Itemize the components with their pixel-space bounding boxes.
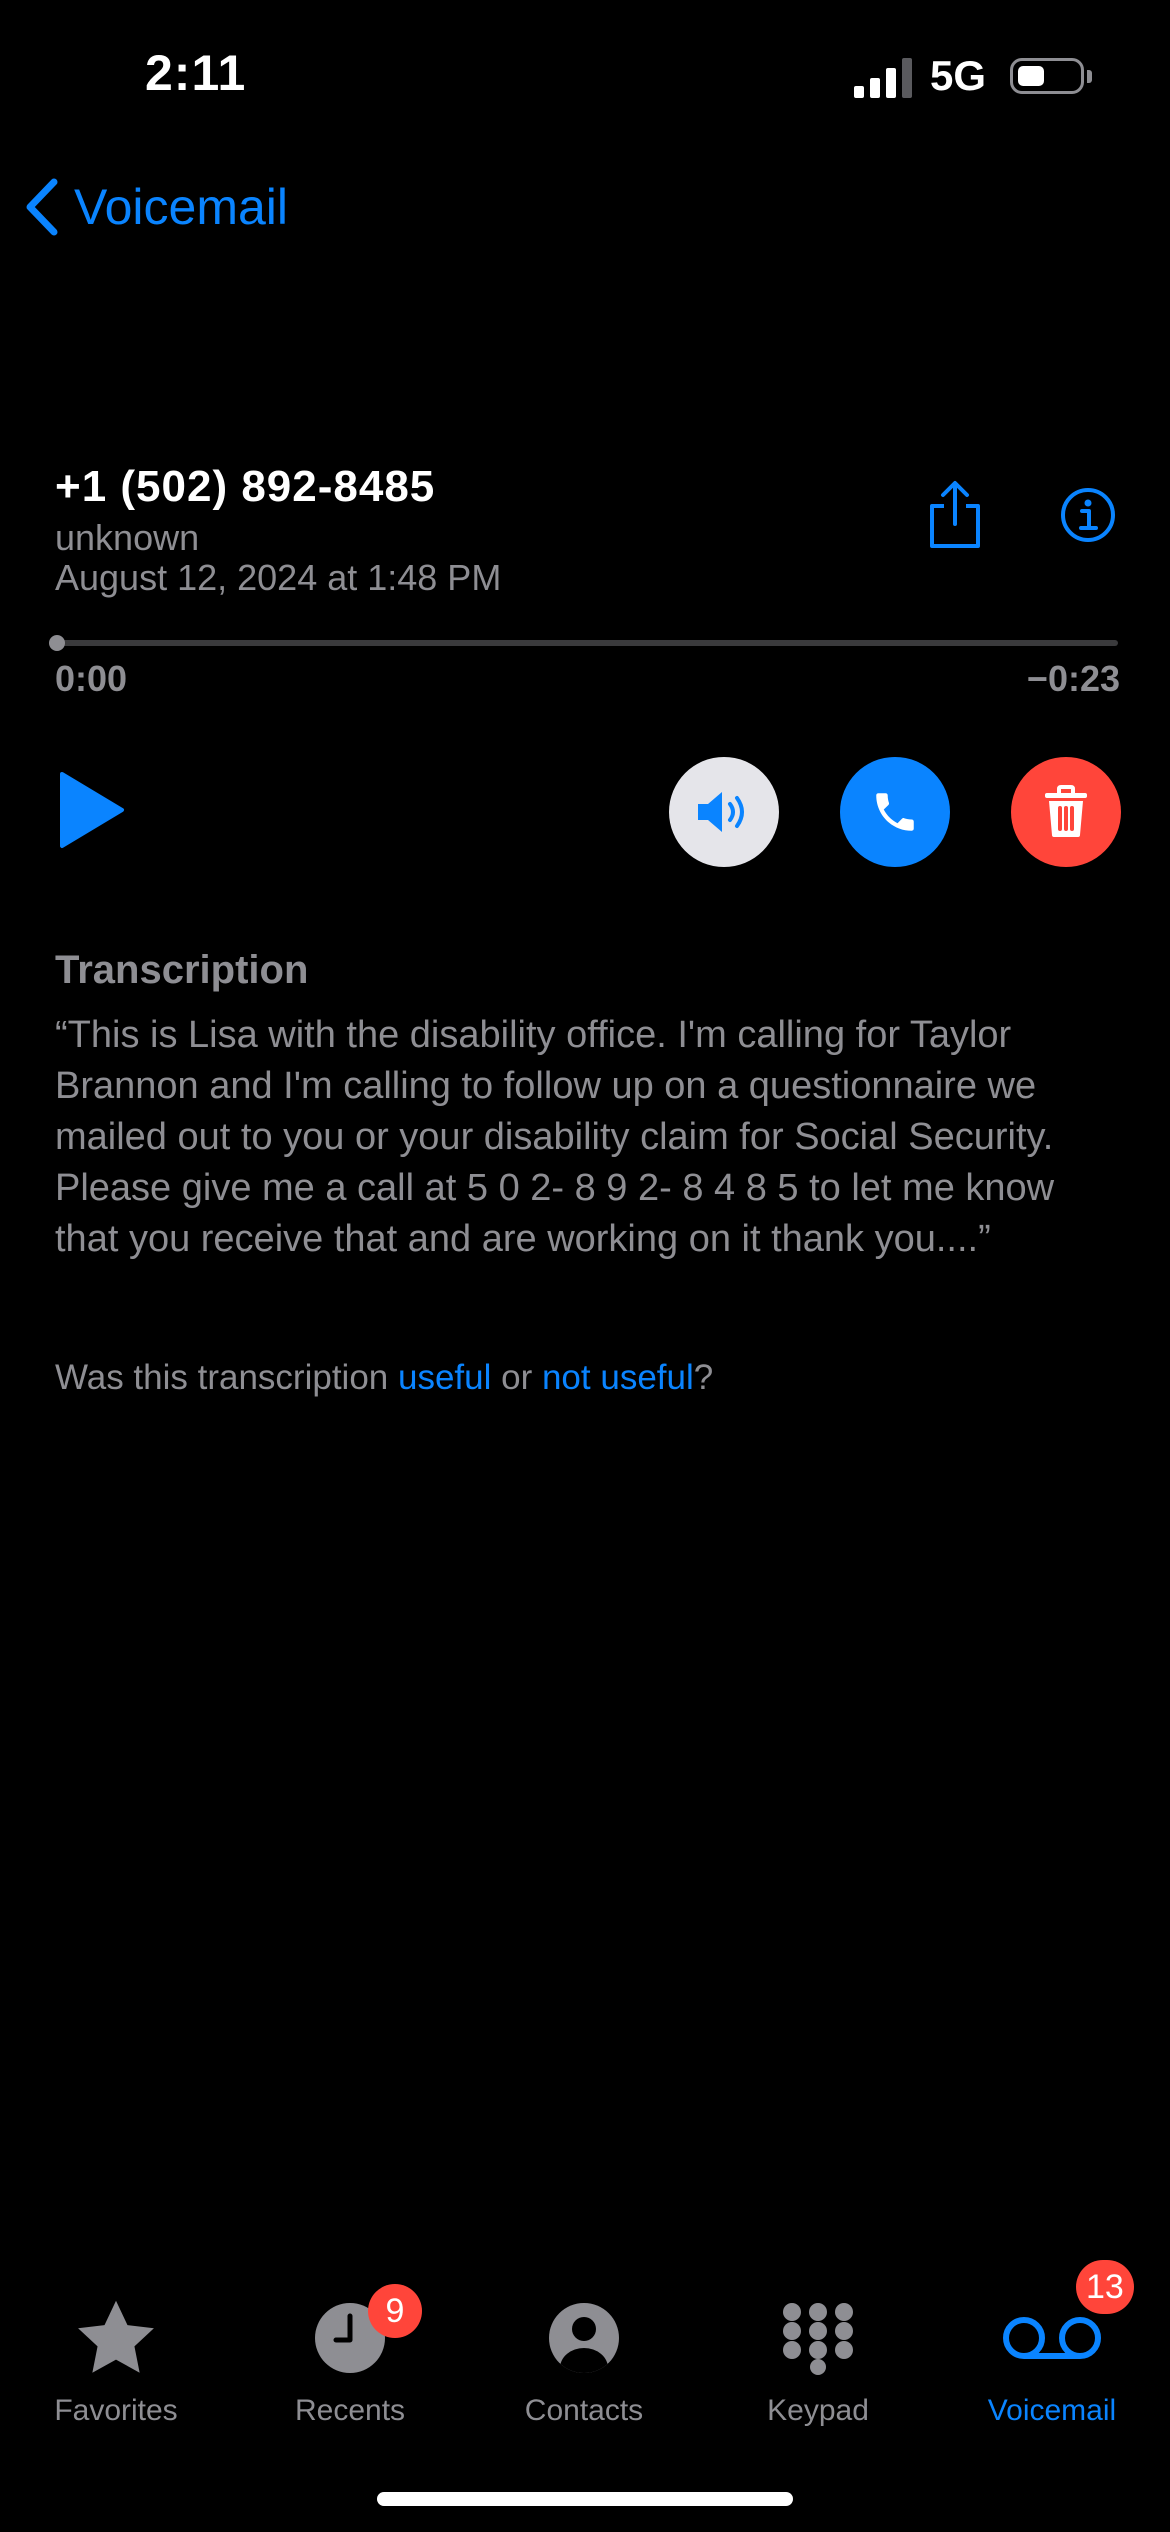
back-button[interactable]: Voicemail [24,172,288,242]
delete-button[interactable] [1011,757,1121,867]
status-time: 2:11 [145,45,247,101]
tab-voicemail-label: Voicemail [987,2394,1117,2427]
call-date: August 12, 2024 at 1:48 PM [55,557,502,598]
share-icon[interactable] [924,480,986,550]
tab-keypad[interactable]: Keypad [718,2290,918,2440]
voicemail-icon [1003,2317,1101,2359]
recents-badge: 9 [368,2284,422,2338]
caller-label: unknown [55,517,200,558]
tab-favorites-label: Favorites [54,2394,178,2427]
elapsed-time: 0:00 [55,658,128,699]
tab-voicemail[interactable]: 13 Voicemail [952,2260,1152,2440]
tab-recents-label: Recents [294,2394,406,2427]
transcription-heading: Transcription [55,948,309,992]
voicemail-badge: 13 [1076,2260,1134,2314]
home-indicator [377,2492,793,2506]
tab-contacts[interactable]: Contacts [484,2290,684,2440]
back-label: Voicemail [74,179,288,235]
network-type: 5G [930,52,987,99]
call-back-button[interactable] [840,757,950,867]
tab-favorites[interactable]: Favorites [16,2290,216,2440]
speaker-button[interactable] [669,757,779,867]
not-useful-link[interactable]: not useful [542,1358,694,1397]
phone-icon [876,793,914,831]
useful-link[interactable]: useful [398,1358,491,1397]
transcription-text: “This is Lisa with the disability office… [55,1014,1055,1260]
transcription-feedback: Was this transcription useful or not use… [55,1358,713,1398]
phone-number: +1 (502) 892-8485 [55,462,436,511]
cellular-signal-icon [854,58,912,98]
feedback-or: or [491,1358,542,1397]
playback-scrubber[interactable] [49,635,65,651]
speaker-icon [698,792,744,832]
tab-keypad-label: Keypad [767,2394,869,2427]
battery-icon [1010,58,1084,94]
battery-cap [1087,70,1092,83]
keypad-icon [783,2303,853,2375]
feedback-suffix: ? [693,1358,714,1397]
chevron-left-icon [26,178,58,236]
play-icon[interactable] [56,770,126,850]
remaining-time: −0:23 [1026,658,1120,699]
feedback-prefix: Was this transcription [55,1358,398,1397]
tab-contacts-label: Contacts [524,2394,644,2427]
playback-progress-track[interactable] [56,640,1118,646]
info-icon[interactable] [1060,487,1116,543]
star-icon [78,2300,154,2373]
tab-recents[interactable]: 9 Recents [250,2284,450,2440]
trash-icon [1045,785,1087,837]
person-icon [549,2303,619,2373]
